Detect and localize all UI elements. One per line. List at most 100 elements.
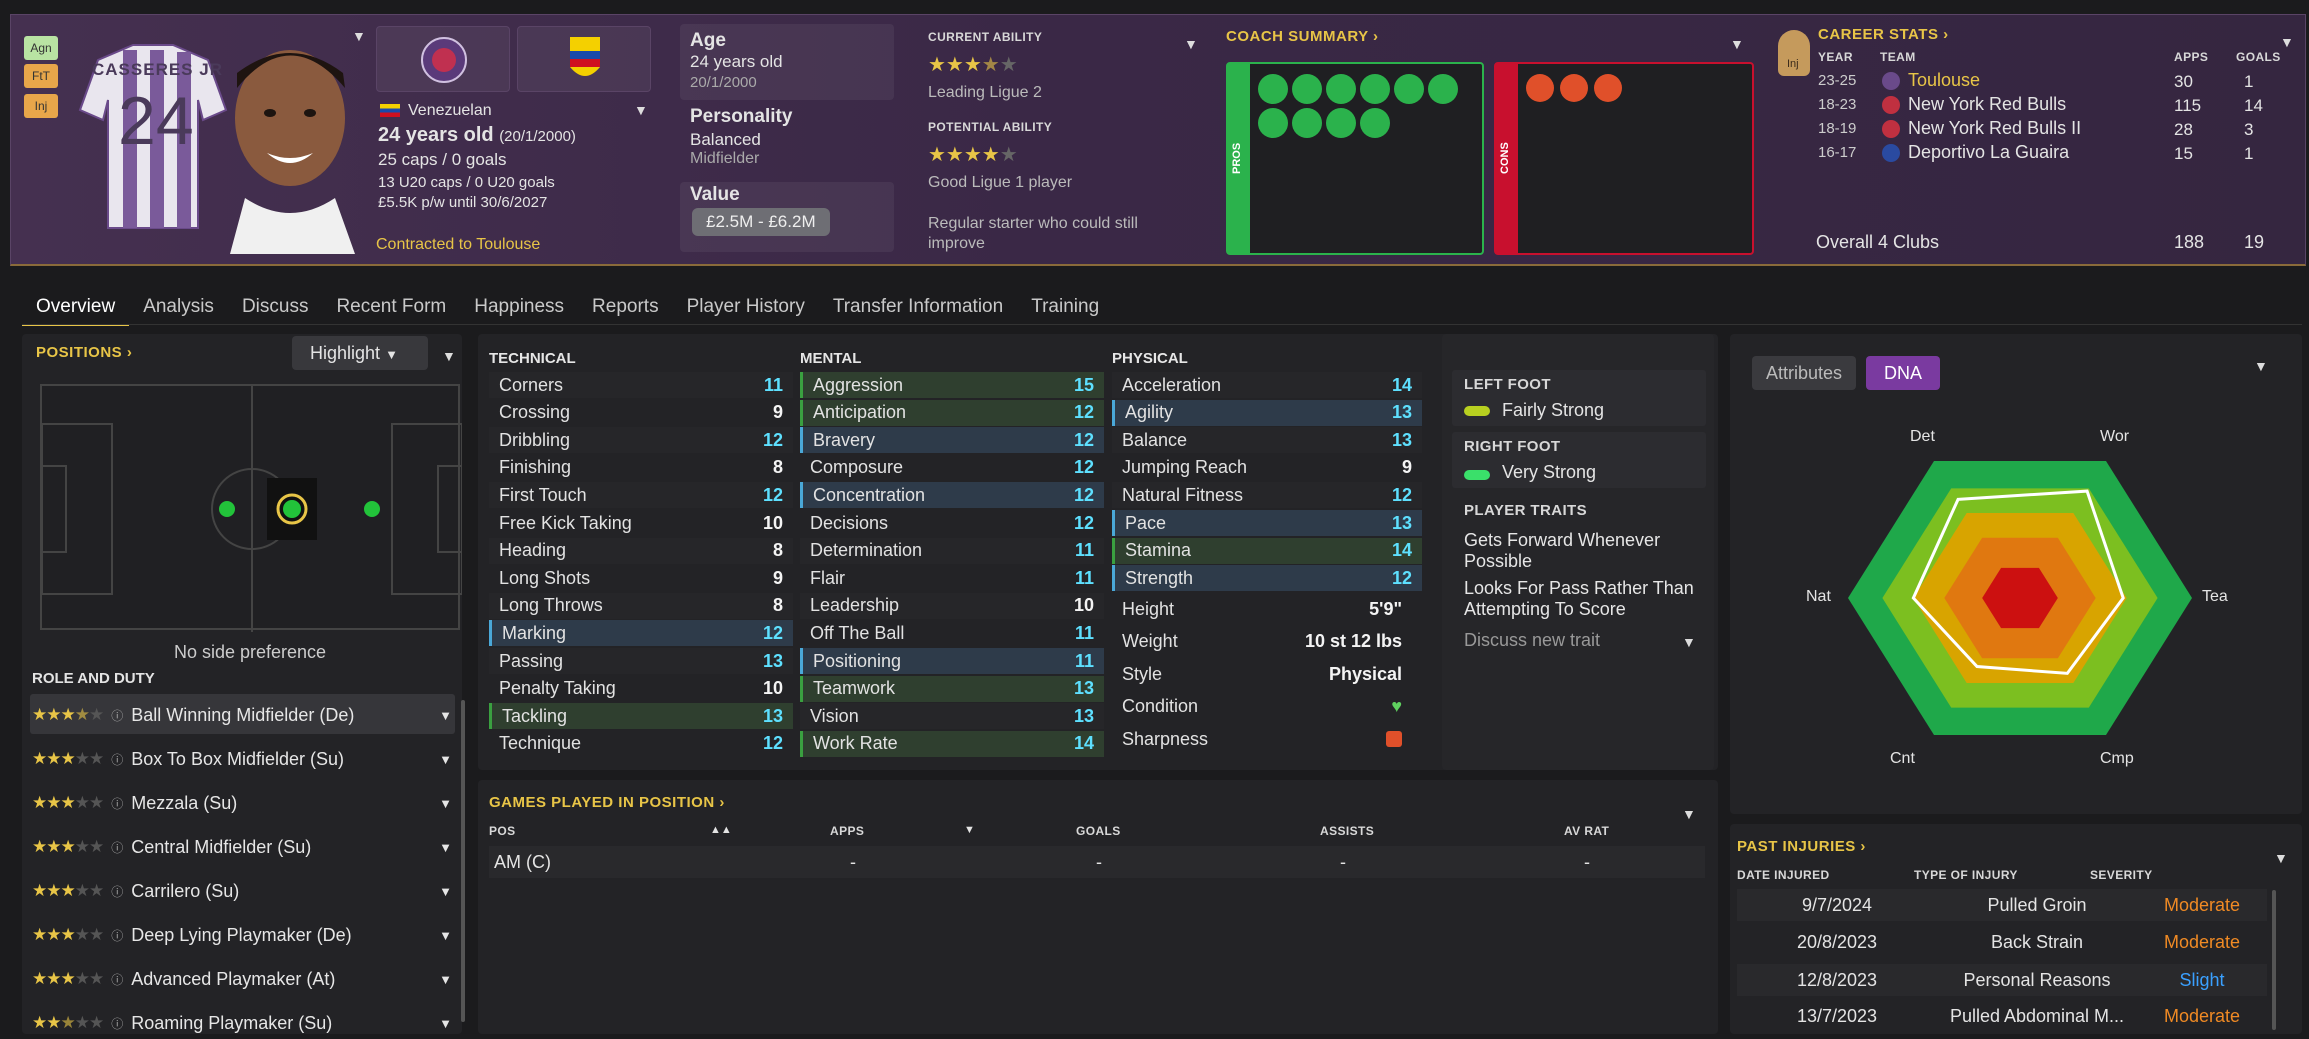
injury-row[interactable]: 13/7/2023 Pulled Abdominal M... Moderate	[1737, 1001, 2267, 1031]
col-goals[interactable]: GOALS	[1076, 824, 1121, 838]
sort-desc-icon[interactable]: ▼	[964, 824, 975, 836]
chevron-down-icon[interactable]: ▼	[1730, 36, 1744, 52]
chevron-down-icon[interactable]: ▼	[2280, 34, 2294, 50]
badge-agent[interactable]: Agn	[24, 36, 58, 60]
trait-item[interactable]: Gets Forward Whenever Possible	[1464, 530, 1704, 572]
attribute-row[interactable]: Acceleration 14	[1112, 372, 1422, 398]
tab-training[interactable]: Training	[1017, 292, 1113, 326]
attribute-row[interactable]: Long Shots 9	[489, 565, 793, 591]
career-team[interactable]: Toulouse	[1908, 70, 1980, 91]
injury-row[interactable]: 12/8/2023 Personal Reasons Slight	[1737, 964, 2267, 996]
tab-transfer-information[interactable]: Transfer Information	[819, 292, 1017, 326]
attribute-row[interactable]: Teamwork 13	[800, 675, 1104, 702]
tab-discuss[interactable]: Discuss	[228, 292, 323, 326]
tab-recent-form[interactable]: Recent Form	[322, 292, 460, 326]
career-team[interactable]: New York Red Bulls	[1908, 94, 2066, 115]
tab-happiness[interactable]: Happiness	[460, 292, 578, 326]
tab-dna[interactable]: DNA	[1866, 356, 1941, 390]
role-item[interactable]: ★★★ ★★ ⓘ Carrilero (Su) ▼	[32, 872, 452, 910]
chevron-down-icon[interactable]: ▼	[442, 348, 456, 364]
value-range[interactable]: £2.5M - £6.2M	[692, 208, 830, 236]
tab-analysis[interactable]: Analysis	[129, 292, 228, 326]
pro-trend-icon[interactable]	[1258, 74, 1288, 104]
chevron-down-icon[interactable]: ▼	[2254, 358, 2268, 374]
col-pos[interactable]: POS	[489, 824, 516, 838]
pro-target-icon[interactable]	[1326, 74, 1356, 104]
badge-injury[interactable]: Inj	[24, 94, 58, 118]
chevron-down-icon[interactable]: ▼	[634, 102, 648, 118]
scrollbar[interactable]	[461, 700, 465, 1022]
attribute-row[interactable]: Work Rate 14	[800, 730, 1104, 757]
attribute-row[interactable]: Pace 13	[1112, 510, 1422, 536]
con-monitor-icon[interactable]	[1526, 74, 1554, 102]
nation-logo-box[interactable]	[517, 26, 651, 92]
attribute-row[interactable]: Strength 12	[1112, 565, 1422, 592]
attribute-row[interactable]: Technique 12	[489, 731, 793, 757]
pro-pulse-icon[interactable]	[1292, 108, 1322, 138]
attribute-row[interactable]: Decisions 12	[800, 510, 1104, 536]
club-logo-box[interactable]	[376, 26, 510, 92]
positions-link[interactable]: POSITIONS ›	[36, 344, 132, 361]
attribute-row[interactable]: Concentration 12	[800, 482, 1104, 509]
chevron-down-icon[interactable]: ▼	[352, 28, 366, 44]
scrollbar[interactable]	[2272, 890, 2276, 1030]
attribute-row[interactable]: Aggression 15	[800, 372, 1104, 398]
attribute-row[interactable]: Determination 11	[800, 537, 1104, 564]
con-clipboard-icon[interactable]	[1594, 74, 1622, 102]
contract-status[interactable]: Contracted to Toulouse	[376, 236, 540, 254]
attribute-row[interactable]: Flair 11	[800, 565, 1104, 591]
attribute-row[interactable]: Balance 13	[1112, 427, 1422, 454]
career-team[interactable]: Deportivo La Guaira	[1908, 142, 2069, 163]
attribute-row[interactable]: Heading 8	[489, 537, 793, 564]
con-cone-icon[interactable]	[1560, 74, 1588, 102]
career-stats-link[interactable]: CAREER STATS ›	[1818, 26, 1949, 43]
attribute-row[interactable]: Agility 13	[1112, 399, 1422, 426]
col-av-rat[interactable]: AV RAT	[1564, 824, 1609, 838]
attribute-row[interactable]: Leadership 10	[800, 592, 1104, 619]
chevron-down-icon[interactable]: ▼	[1184, 36, 1198, 52]
tab-overview[interactable]: Overview	[22, 292, 130, 326]
pro-hand-icon[interactable]	[1394, 74, 1424, 104]
col-assists[interactable]: ASSISTS	[1320, 824, 1374, 838]
attribute-row[interactable]: Marking 12	[489, 620, 793, 647]
attribute-row[interactable]: Composure 12	[800, 455, 1104, 481]
role-item[interactable]: ★★★ ★★ ⓘ Mezzala (Su) ▼	[32, 784, 452, 822]
attribute-row[interactable]: Dribbling 12	[489, 427, 793, 454]
attribute-row[interactable]: Stamina 14	[1112, 537, 1422, 564]
attribute-row[interactable]: Vision 13	[800, 703, 1104, 730]
attribute-row[interactable]: Tackling 13	[489, 703, 793, 730]
chevron-down-icon[interactable]: ▼	[1682, 634, 1696, 650]
role-item[interactable]: ★★★ ★★ ⓘ Advanced Playmaker (At) ▼	[32, 960, 452, 998]
role-item[interactable]: ★★★ ★★ ⓘ Central Midfielder (Su) ▼	[32, 828, 452, 866]
badge-fit[interactable]: FtT	[24, 64, 58, 88]
attribute-row[interactable]: First Touch 12	[489, 482, 793, 509]
chevron-down-icon[interactable]: ▼	[1682, 806, 1696, 822]
sort-icon[interactable]: ▲▲	[710, 824, 732, 836]
tab-reports[interactable]: Reports	[578, 292, 673, 326]
attribute-row[interactable]: Passing 13	[489, 648, 793, 674]
attribute-row[interactable]: Penalty Taking 10	[489, 676, 793, 702]
col-apps[interactable]: APPS	[830, 824, 864, 838]
attribute-row[interactable]: Jumping Reach 9	[1112, 455, 1422, 481]
chevron-down-icon[interactable]: ▼	[2274, 850, 2288, 866]
attribute-row[interactable]: Long Throws 8	[489, 592, 793, 619]
pro-lungs-icon[interactable]	[1326, 108, 1356, 138]
injury-row[interactable]: 20/8/2023 Back Strain Moderate	[1737, 926, 2267, 958]
attribute-row[interactable]: Positioning 11	[800, 648, 1104, 674]
trait-item[interactable]: Looks For Pass Rather Than Attempting To…	[1464, 578, 1704, 620]
coach-summary-link[interactable]: COACH SUMMARY ›	[1226, 28, 1379, 45]
role-item[interactable]: ★★★ ★★ ⓘ Box To Box Midfielder (Su) ▼	[32, 740, 452, 778]
career-team[interactable]: New York Red Bulls II	[1908, 118, 2081, 139]
attribute-row[interactable]: Corners 11	[489, 372, 793, 398]
pro-flag-icon[interactable]	[1360, 74, 1390, 104]
attribute-row[interactable]: Anticipation 12	[800, 399, 1104, 426]
role-item[interactable]: ★★★★ ★ ⓘ Ball Winning Midfielder (De) ▼	[32, 696, 452, 734]
tab-player-history[interactable]: Player History	[673, 292, 819, 326]
highlight-dropdown[interactable]: Highlight ▼	[292, 336, 428, 370]
attribute-row[interactable]: Crossing 9	[489, 400, 793, 426]
attribute-row[interactable]: Bravery 12	[800, 427, 1104, 454]
pro-flask-icon[interactable]	[1360, 108, 1390, 138]
injury-row[interactable]: 9/7/2024 Pulled Groin Moderate	[1737, 889, 2267, 921]
pro-gear-icon[interactable]	[1428, 74, 1458, 104]
past-injuries-link[interactable]: PAST INJURIES ›	[1737, 838, 1866, 855]
